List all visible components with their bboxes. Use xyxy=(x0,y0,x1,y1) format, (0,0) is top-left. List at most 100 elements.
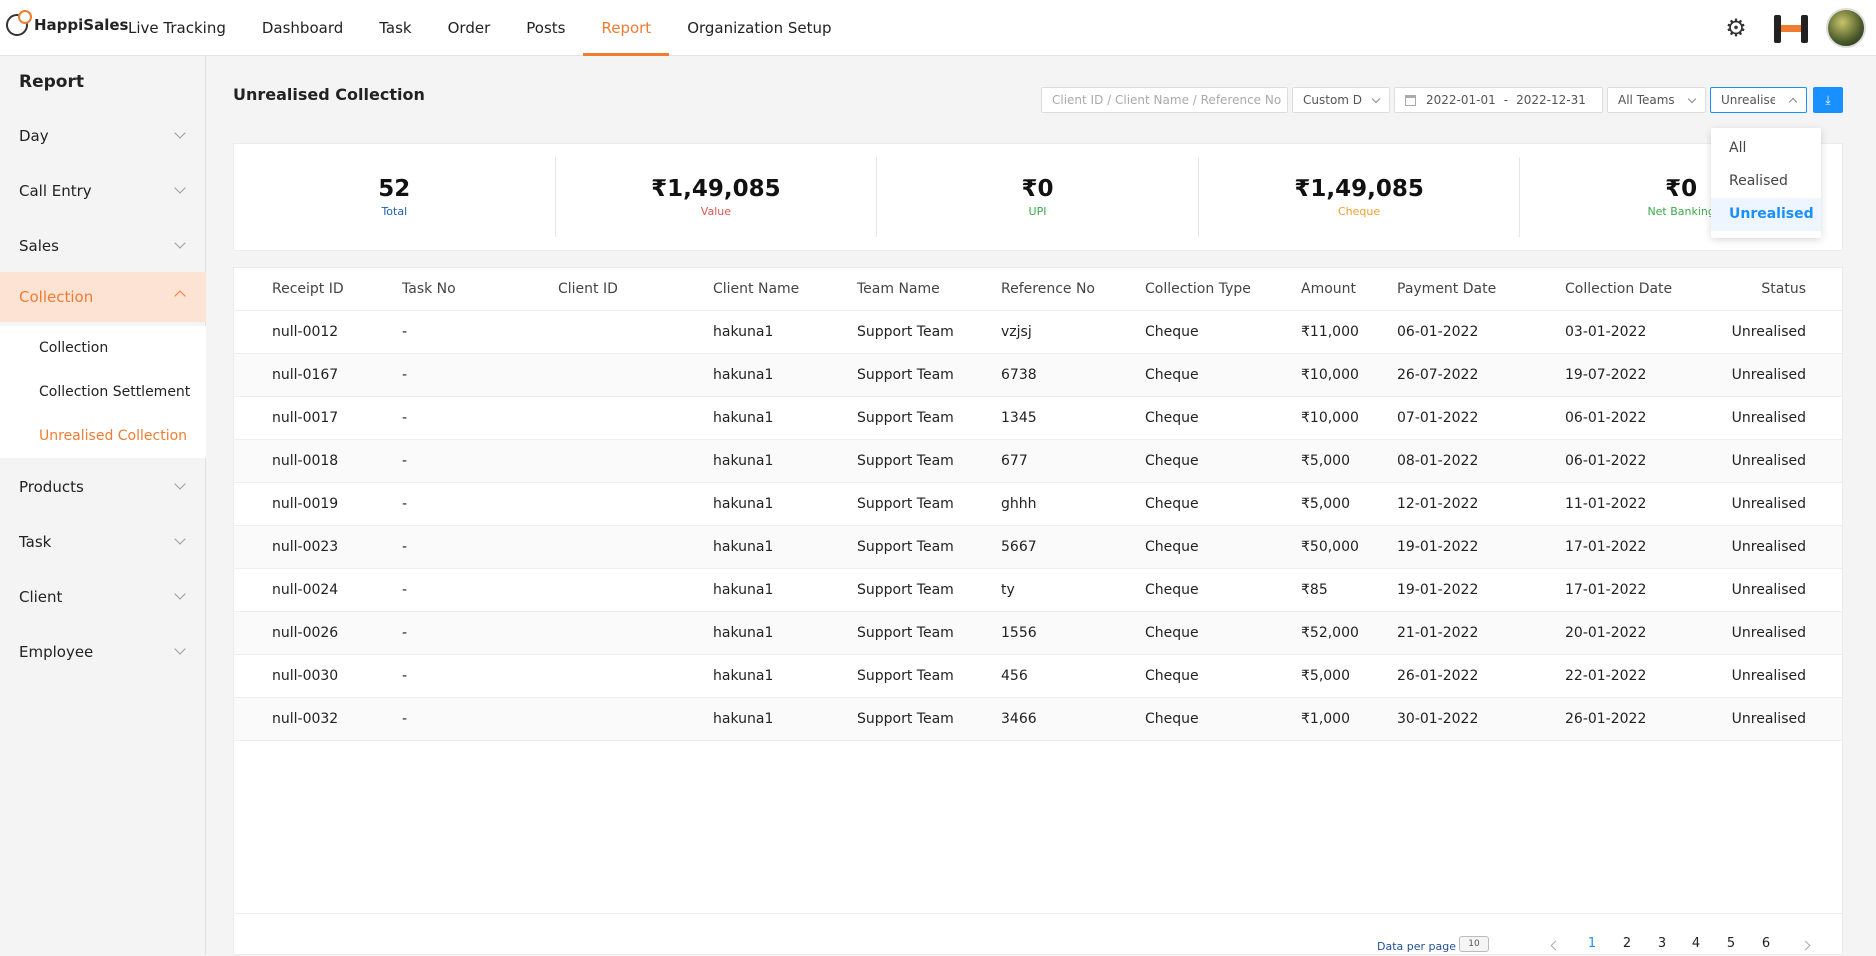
page-3[interactable]: 3 xyxy=(1652,936,1672,951)
nav-order[interactable]: Order xyxy=(430,0,509,56)
sidebar-subitem-unrealised-collection[interactable]: Unrealised Collection xyxy=(0,414,206,458)
column-header[interactable]: Collection Date xyxy=(1565,281,1672,297)
table-cell: ₹10,000 xyxy=(1301,410,1359,426)
sidebar-subitem-collection[interactable]: Collection xyxy=(0,326,206,370)
table-row[interactable]: null-0167 - hakuna1 Support Team 6738 Cheque ₹… xyxy=(234,354,1842,397)
team-select[interactable]: All Teams xyxy=(1607,87,1706,113)
sidebar-item-products[interactable]: Products xyxy=(0,464,206,510)
stat-value: ₹0 xyxy=(1021,176,1054,202)
table-cell: 17-01-2022 xyxy=(1565,539,1647,555)
table-cell: Support Team xyxy=(857,582,954,598)
table-cell: Support Team xyxy=(857,625,954,641)
download-button[interactable]: ⤓ xyxy=(1813,87,1843,113)
date-from[interactable]: 2022-01-01 xyxy=(1426,93,1496,107)
date-range-picker[interactable]: 2022-01-01 - 2022-12-31 xyxy=(1394,87,1603,113)
table-cell: 22-01-2022 xyxy=(1565,668,1647,684)
table-cell: Support Team xyxy=(857,324,954,340)
top-right-actions: ⚙ xyxy=(1716,8,1866,48)
table-cell: Support Team xyxy=(857,711,954,727)
nav-posts[interactable]: Posts xyxy=(508,0,583,56)
table-row[interactable]: null-0019 - hakuna1 Support Team ghhh Cheque ₹… xyxy=(234,483,1842,526)
prev-page-icon[interactable] xyxy=(1550,940,1561,951)
status-select[interactable]: Unrealised xyxy=(1710,87,1807,113)
table-cell: Cheque xyxy=(1145,496,1199,512)
status-option-unrealised[interactable]: Unrealised xyxy=(1711,198,1821,231)
column-header[interactable]: Team Name xyxy=(857,281,940,297)
sidebar-item-day[interactable]: Day xyxy=(0,113,206,159)
column-header[interactable]: Amount xyxy=(1301,281,1356,297)
date-to[interactable]: 2022-12-31 xyxy=(1516,93,1586,107)
nav-live-tracking[interactable]: Live Tracking xyxy=(110,0,244,56)
chevron-up-icon xyxy=(1788,97,1798,107)
user-avatar[interactable] xyxy=(1826,8,1866,48)
stat-value: ₹1,49,085 xyxy=(1294,176,1424,202)
sidebar-item-call-entry[interactable]: Call Entry xyxy=(0,168,206,214)
table-cell: - xyxy=(402,496,408,512)
table-row[interactable]: null-0030 - hakuna1 Support Team 456 Cheque ₹5… xyxy=(234,655,1842,698)
page-4[interactable]: 4 xyxy=(1686,936,1706,951)
table-cell: null-0019 xyxy=(272,496,339,512)
table-cell: 07-01-2022 xyxy=(1397,410,1479,426)
status-option-realised[interactable]: Realised xyxy=(1711,165,1821,198)
column-header[interactable]: Payment Date xyxy=(1397,281,1496,297)
table-cell: - xyxy=(402,410,408,426)
sidebar-subitem-collection-settlement[interactable]: Collection Settlement xyxy=(0,370,206,414)
sidebar-item-sales[interactable]: Sales xyxy=(0,223,206,269)
table-cell: 1556 xyxy=(1001,625,1037,641)
brand-h-icon[interactable] xyxy=(1774,11,1808,45)
stat-label: Value xyxy=(700,205,731,218)
sidebar-item-task[interactable]: Task xyxy=(0,519,206,565)
table-cell: ₹85 xyxy=(1301,582,1328,598)
nav-task[interactable]: Task xyxy=(361,0,429,56)
column-header[interactable]: Client Name xyxy=(713,281,799,297)
next-page-icon[interactable] xyxy=(1800,940,1811,951)
table-row[interactable]: null-0026 - hakuna1 Support Team 1556 Cheque ₹… xyxy=(234,612,1842,655)
nav-dashboard[interactable]: Dashboard xyxy=(244,0,361,56)
table-cell: hakuna1 xyxy=(713,367,774,383)
per-page-select[interactable]: 10 xyxy=(1459,936,1489,952)
column-header[interactable]: Receipt ID xyxy=(272,281,344,297)
sidebar-item-employee[interactable]: Employee xyxy=(0,629,206,675)
column-header[interactable]: Reference No xyxy=(1001,281,1095,297)
nav-organization-setup[interactable]: Organization Setup xyxy=(669,0,849,56)
sidebar-item-client[interactable]: Client xyxy=(0,574,206,620)
sidebar-item-collection[interactable]: Collection xyxy=(0,272,206,322)
main-nav: Live Tracking Dashboard Task Order Posts… xyxy=(110,0,850,56)
table-cell: 30-01-2022 xyxy=(1397,711,1479,727)
table-row[interactable]: null-0017 - hakuna1 Support Team 1345 Cheque ₹… xyxy=(234,397,1842,440)
stat-label: UPI xyxy=(1028,205,1047,218)
column-header[interactable]: Client ID xyxy=(558,281,618,297)
table-cell: 26-01-2022 xyxy=(1565,711,1647,727)
table-cell: hakuna1 xyxy=(713,582,774,598)
page-2[interactable]: 2 xyxy=(1617,936,1637,951)
table-row[interactable]: null-0024 - hakuna1 Support Team ty Cheque ₹85… xyxy=(234,569,1842,612)
column-header[interactable]: Collection Type xyxy=(1145,281,1251,297)
table-row[interactable]: null-0018 - hakuna1 Support Team 677 Cheque ₹5… xyxy=(234,440,1842,483)
chevron-up-icon xyxy=(174,290,186,302)
table-cell: Support Team xyxy=(857,539,954,555)
table-row[interactable]: null-0032 - hakuna1 Support Team 3466 Cheque ₹… xyxy=(234,698,1842,741)
page-5[interactable]: 5 xyxy=(1721,936,1741,951)
nav-report[interactable]: Report xyxy=(583,0,669,56)
chevron-down-icon xyxy=(1687,94,1697,104)
table-row[interactable]: null-0012 - hakuna1 Support Team vzjsj Cheque… xyxy=(234,311,1842,354)
table-cell: Unrealised xyxy=(1731,367,1806,383)
chevron-down-icon xyxy=(174,643,186,655)
table-cell: null-0018 xyxy=(272,453,339,469)
table-row[interactable]: null-0023 - hakuna1 Support Team 5667 Cheque ₹… xyxy=(234,526,1842,569)
status-option-all[interactable]: All xyxy=(1711,132,1821,165)
page-6[interactable]: 6 xyxy=(1756,936,1776,951)
table-cell: ₹5,000 xyxy=(1301,496,1350,512)
table-cell: Cheque xyxy=(1145,410,1199,426)
column-header[interactable]: Task No xyxy=(402,281,456,297)
table-cell: ₹5,000 xyxy=(1301,668,1350,684)
settings-gear-icon[interactable]: ⚙ xyxy=(1716,8,1756,48)
search-input[interactable]: Client ID / Client Name / Reference No xyxy=(1041,87,1288,113)
date-mode-select[interactable]: Custom D xyxy=(1292,87,1390,113)
column-header[interactable]: Status xyxy=(1761,281,1806,297)
table-cell: null-0023 xyxy=(272,539,339,555)
report-sidebar: Report Day Call Entry Sales Collection C… xyxy=(0,56,206,955)
page-1[interactable]: 1 xyxy=(1582,936,1602,951)
table-cell: - xyxy=(402,582,408,598)
table-cell: 11-01-2022 xyxy=(1565,496,1647,512)
